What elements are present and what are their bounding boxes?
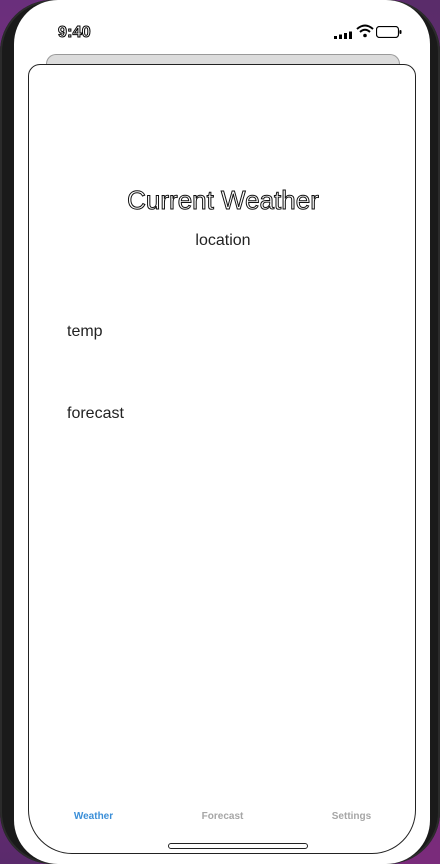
wifi-icon <box>356 24 374 38</box>
tab-settings[interactable]: Settings <box>287 811 416 822</box>
tab-weather[interactable]: Weather <box>29 811 158 822</box>
page-title: Current Weather <box>127 185 320 216</box>
screen: 9:40 Current Weather location temp forec… <box>14 0 430 864</box>
forecast-label: forecast <box>67 405 124 422</box>
status-time: 9:40 <box>58 24 92 42</box>
status-bar: 9:40 <box>14 0 430 54</box>
weather-sheet: Current Weather location temp forecast W… <box>28 64 416 854</box>
battery-icon <box>376 26 402 38</box>
phone-frame: 9:40 Current Weather location temp forec… <box>0 0 440 864</box>
home-indicator[interactable] <box>168 843 308 849</box>
temp-label: temp <box>67 323 103 340</box>
signal-icon <box>334 31 352 39</box>
tab-forecast[interactable]: Forecast <box>158 811 287 822</box>
location-label: location <box>195 232 251 249</box>
tab-bar: Weather Forecast Settings <box>29 803 417 833</box>
